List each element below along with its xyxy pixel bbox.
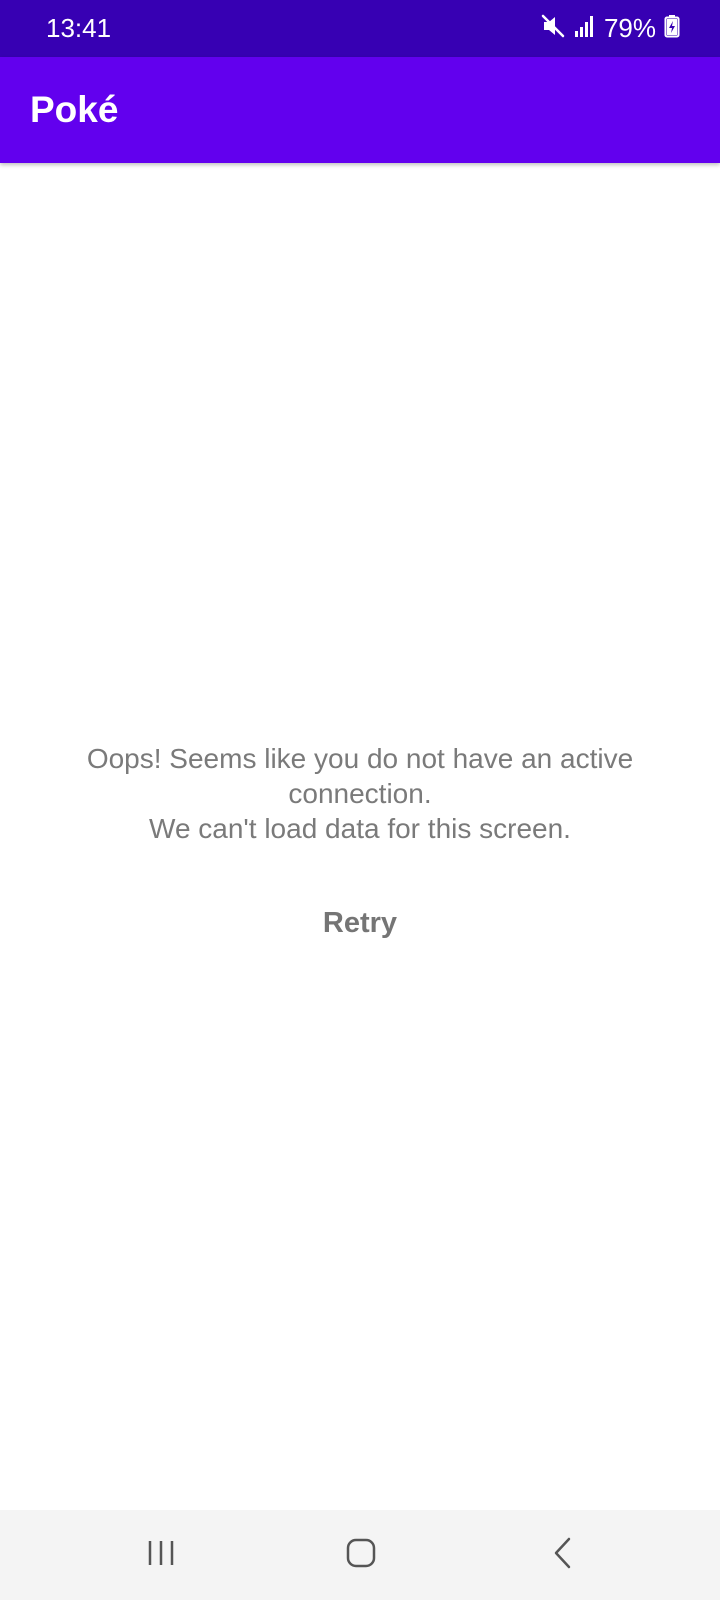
error-message: Oops! Seems like you do not have an acti… xyxy=(0,741,720,846)
error-line-2: connection. xyxy=(288,778,432,809)
status-bar: 13:41 79% xyxy=(0,0,720,57)
back-button[interactable] xyxy=(533,1525,593,1585)
mute-icon xyxy=(540,13,566,44)
app-bar: Poké xyxy=(0,57,720,163)
recents-icon xyxy=(145,1538,177,1573)
signal-icon xyxy=(574,14,596,43)
battery-percentage: 79% xyxy=(603,13,656,43)
battery-charging-icon xyxy=(664,14,680,43)
status-icons: 79% xyxy=(540,13,680,43)
home-button[interactable] xyxy=(331,1525,391,1585)
home-icon xyxy=(345,1537,377,1574)
back-icon xyxy=(551,1536,575,1575)
screen: 13:41 79% Poké Oops! Seems like you do n… xyxy=(0,0,720,1600)
navigation-bar xyxy=(0,1510,720,1600)
error-line-1: Oops! Seems like you do not have an acti… xyxy=(86,743,634,774)
app-title: Poké xyxy=(30,89,119,130)
status-time: 13:41 xyxy=(46,13,112,43)
retry-button[interactable]: Retry xyxy=(300,898,420,948)
recents-button[interactable] xyxy=(131,1525,191,1585)
error-line-3: We can't load data for this screen. xyxy=(149,813,571,844)
